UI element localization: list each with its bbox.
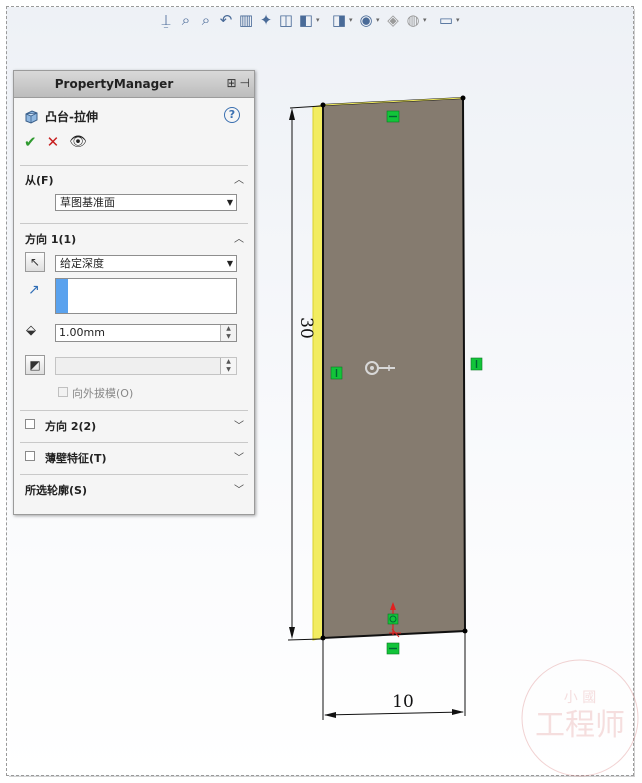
pin-icon[interactable]: ⊣ (240, 76, 250, 90)
chevron-up-icon[interactable]: ︿ (234, 230, 244, 245)
selection-highlight (56, 279, 68, 313)
draft-outward-label: 向外拔模(O) (72, 387, 134, 400)
draft-angle-spinbox: ▲ ▼ (55, 357, 237, 375)
horizontal-relation-icon[interactable] (386, 110, 400, 123)
divider (20, 165, 248, 166)
chevron-down-icon[interactable]: ﹀ (234, 481, 244, 496)
direction2-checkbox[interactable] (25, 419, 35, 429)
action-buttons: ✔ ✕ 👁 (24, 133, 87, 151)
arrow-right-icon (452, 709, 464, 715)
width-dimension-text[interactable]: 10 (392, 692, 414, 712)
svg-text:小 國: 小 國 (564, 690, 596, 706)
draft-on-off-button[interactable]: ◩ (25, 355, 45, 375)
depth-spinbox[interactable]: 1.00mm ▲ ▼ (55, 324, 237, 342)
end-condition-select[interactable]: 给定深度 ▼ (55, 255, 237, 272)
feature-name: 凸台-拉伸 (45, 109, 98, 124)
thin-feature-checkbox[interactable] (25, 451, 35, 461)
svg-text:工程师: 工程师 (535, 708, 625, 743)
watermark-logo: 工程师 小 國 (521, 659, 639, 777)
vertex[interactable] (462, 628, 468, 634)
draft-outward-checkbox (58, 387, 68, 397)
reverse-direction-button[interactable]: ↖ (25, 252, 45, 272)
property-manager-header: PropertyManager ⊞ ⊣ (14, 71, 254, 98)
direction2-section-title[interactable]: 方向 2(2) (45, 418, 96, 434)
draft-icon: ◩ (29, 358, 41, 372)
dropdown-arrow-icon: ▼ (226, 259, 233, 268)
divider (20, 223, 248, 224)
start-condition-value: 草图基准面 (60, 196, 115, 209)
draft-spinner-arrows-icon: ▲ ▼ (220, 358, 236, 374)
cancel-x-icon[interactable]: ✕ (47, 133, 60, 151)
vertical-relation-icon[interactable] (470, 357, 483, 371)
boss-extrude-icon (25, 109, 38, 124)
from-section-title[interactable]: 从(F) (25, 172, 54, 188)
direction1-section-title[interactable]: 方向 1(1) (25, 231, 76, 247)
ok-check-icon[interactable]: ✔ (24, 133, 37, 151)
feature-title-row: 凸台-拉伸 ? (24, 107, 244, 125)
chevron-down-icon[interactable]: ﹀ (234, 417, 244, 432)
selected-contours-section-title[interactable]: 所选轮廓(S) (25, 482, 87, 498)
divider (20, 474, 248, 475)
property-manager-title: PropertyManager (54, 77, 174, 91)
start-condition-select[interactable]: 草图基准面 ▼ (55, 194, 237, 211)
arrow-down-icon (289, 627, 295, 639)
chevron-up-icon[interactable]: ︿ (234, 171, 244, 186)
width-dimension-line (324, 711, 464, 716)
chevron-down-icon[interactable]: ﹀ (234, 449, 244, 464)
help-icon[interactable]: ? (224, 107, 240, 123)
property-manager-panel: PropertyManager ⊞ ⊣ 凸台-拉伸 ? ✔ ✕ 👁 从(F) ︿… (13, 70, 255, 515)
arrow-up-icon (289, 108, 295, 120)
thin-feature-section-title[interactable]: 薄壁特征(T) (45, 450, 107, 466)
detail-preview-icon[interactable]: ⊞ (226, 76, 236, 90)
divider (20, 410, 248, 411)
depth-spinner-arrows-icon[interactable]: ▲ ▼ (220, 325, 236, 341)
end-condition-value: 给定深度 (60, 257, 104, 270)
vertical-relation-icon[interactable] (330, 366, 343, 380)
direction-of-extrusion-icon: ↗ (28, 282, 40, 298)
arrow-left-icon (324, 712, 336, 718)
direction-reference-list[interactable] (55, 278, 237, 314)
horizontal-relation-icon[interactable] (386, 642, 400, 655)
depth-value: 1.00mm (59, 326, 105, 339)
preview-eye-icon[interactable]: 👁 (69, 134, 87, 150)
height-dimension-text[interactable]: 30 (296, 317, 316, 339)
depth-icon: ⬙ (26, 323, 36, 338)
reverse-direction-icon: ↖ (29, 255, 41, 269)
vertex[interactable] (460, 95, 466, 101)
extrude-preview-edge (312, 104, 324, 641)
vertex[interactable] (320, 102, 326, 108)
dropdown-arrow-icon: ▼ (226, 198, 233, 207)
divider (20, 442, 248, 443)
vertex[interactable] (320, 635, 326, 641)
